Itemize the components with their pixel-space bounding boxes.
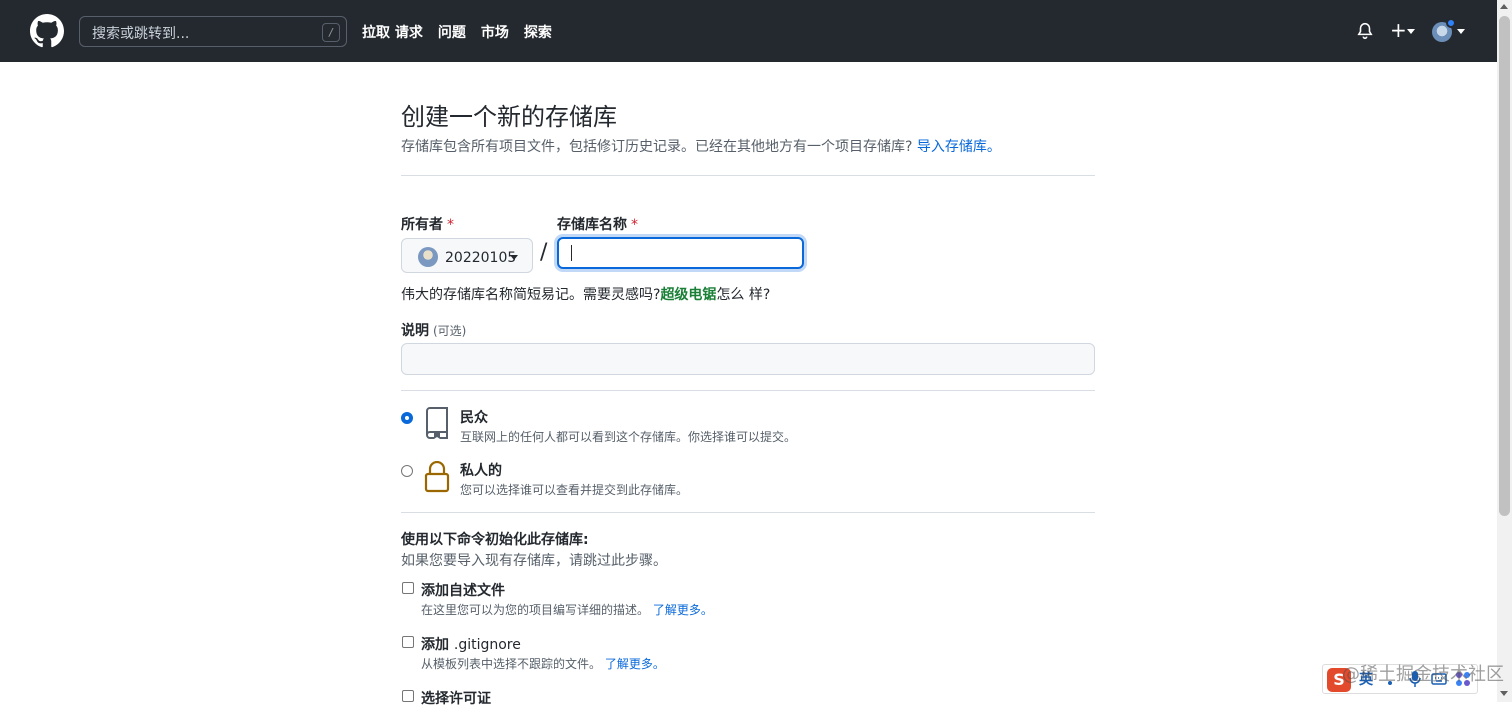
divider <box>401 175 1095 176</box>
watermark: @稀土掘金技术社区 <box>1342 664 1504 685</box>
bell-icon[interactable] <box>1356 22 1374 40</box>
gitignore-title: 添加 .gitignore <box>421 634 521 654</box>
nav-pull-requests[interactable]: 拉取 请求 <box>362 22 423 42</box>
divider <box>401 390 1095 391</box>
page-title: 创建一个新的存储库 <box>401 103 617 131</box>
repo-icon <box>426 407 448 439</box>
import-repo-link[interactable]: 导入存储库。 <box>917 139 1001 155</box>
readme-learn-more-link[interactable]: 了解更多。 <box>653 603 713 617</box>
owner-label: 所有者 * <box>401 214 454 234</box>
owner-caret-icon <box>510 255 518 260</box>
public-title: 民众 <box>460 410 488 426</box>
gitignore-title-prefix: 添加 <box>421 637 449 653</box>
private-radio[interactable] <box>401 465 413 477</box>
gitignore-desc-text: 从模板列表中选择不跟踪的文件。 <box>421 657 602 671</box>
search-shortcut-key: / <box>322 23 340 42</box>
page-subtitle: 存储库包含所有项目文件，包括修订历史记录。已经在其他地方有一个项目存储库? 导入… <box>401 136 1095 156</box>
public-desc: 互联网上的任何人都可以看到这个存储库。你选择谁可以提交。 <box>460 430 797 444</box>
page-scrollbar[interactable] <box>1497 0 1512 702</box>
scroll-down-icon[interactable] <box>1500 691 1508 696</box>
text-cursor <box>571 245 572 261</box>
subtitle-text: 存储库包含所有项目文件，包括修订历史记录。已经在其他地方有一个项目存储库? <box>401 139 913 155</box>
hint-suffix: 怎么 样? <box>716 287 771 303</box>
global-header: 搜索或跳转到... / 拉取 请求 问题 市场 探索 + <box>0 0 1497 62</box>
nav-issues[interactable]: 问题 <box>438 22 466 42</box>
header-nav: 拉取 请求 问题 市场 探索 <box>362 22 552 42</box>
notification-dot-icon <box>1446 18 1456 28</box>
owner-avatar <box>418 247 438 267</box>
owner-required-mark: * <box>447 217 454 233</box>
hint-suggestion[interactable]: 超级电锯 <box>660 287 716 303</box>
owner-repo-separator: / <box>540 240 548 265</box>
description-label-text: 说明 <box>401 323 429 339</box>
gitignore-checkbox[interactable] <box>402 636 414 648</box>
repo-name-required-mark: * <box>631 217 638 233</box>
gitignore-desc: 从模板列表中选择不跟踪的文件。 了解更多。 <box>421 655 665 672</box>
description-label: 说明 (可选) <box>401 320 466 340</box>
nav-explore[interactable]: 探索 <box>524 22 552 42</box>
license-checkbox[interactable] <box>402 690 414 702</box>
owner-label-text: 所有者 <box>401 217 443 233</box>
lock-icon <box>424 461 450 493</box>
create-new-button[interactable]: + <box>1390 20 1407 40</box>
scroll-up-icon[interactable] <box>1500 4 1508 9</box>
public-radio[interactable] <box>401 412 413 424</box>
gitignore-title-code: .gitignore <box>453 637 521 653</box>
description-optional-mark: (可选) <box>433 324 467 338</box>
repo-name-label: 存储库名称 * <box>557 214 638 234</box>
readme-desc: 在这里您可以为您的项目编写详细的描述。 了解更多。 <box>421 601 713 618</box>
readme-checkbox[interactable] <box>402 582 414 594</box>
description-input[interactable] <box>401 343 1095 375</box>
hint-prefix: 伟大的存储库名称简短易记。需要灵感吗? <box>401 287 661 303</box>
search-input[interactable]: 搜索或跳转到... / <box>79 16 347 47</box>
scroll-thumb[interactable] <box>1499 16 1510 516</box>
repo-name-input[interactable] <box>557 237 804 269</box>
private-title: 私人的 <box>460 463 502 479</box>
user-menu-caret-icon[interactable] <box>1457 29 1465 34</box>
private-desc: 您可以选择谁可以查看并提交到此存储库。 <box>460 483 689 497</box>
owner-select[interactable]: 20220105 <box>401 238 533 273</box>
search-placeholder: 搜索或跳转到... <box>92 26 190 42</box>
github-logo-icon[interactable] <box>30 14 64 48</box>
license-title: 选择许可证 <box>421 691 491 707</box>
repo-name-hint: 伟大的存储库名称简短易记。需要灵感吗?超级电锯怎么 样? <box>401 284 770 304</box>
readme-title: 添加自述文件 <box>421 583 505 599</box>
new-repo-form: 创建一个新的存储库 存储库包含所有项目文件，包括修订历史记录。已经在其他地方有一… <box>401 100 1095 156</box>
readme-desc-text: 在这里您可以为您的项目编写详细的描述。 <box>421 603 650 617</box>
owner-value: 20220105 <box>445 250 517 266</box>
create-new-caret-icon[interactable] <box>1407 29 1415 34</box>
init-heading: 使用以下命令初始化此存储库: <box>401 532 589 548</box>
divider <box>401 512 1095 513</box>
repo-name-label-text: 存储库名称 <box>557 217 627 233</box>
nav-marketplace[interactable]: 市场 <box>481 22 509 42</box>
gitignore-learn-more-link[interactable]: 了解更多。 <box>605 657 665 671</box>
init-subheading: 如果您要导入现有存储库，请跳过此步骤。 <box>401 553 667 569</box>
